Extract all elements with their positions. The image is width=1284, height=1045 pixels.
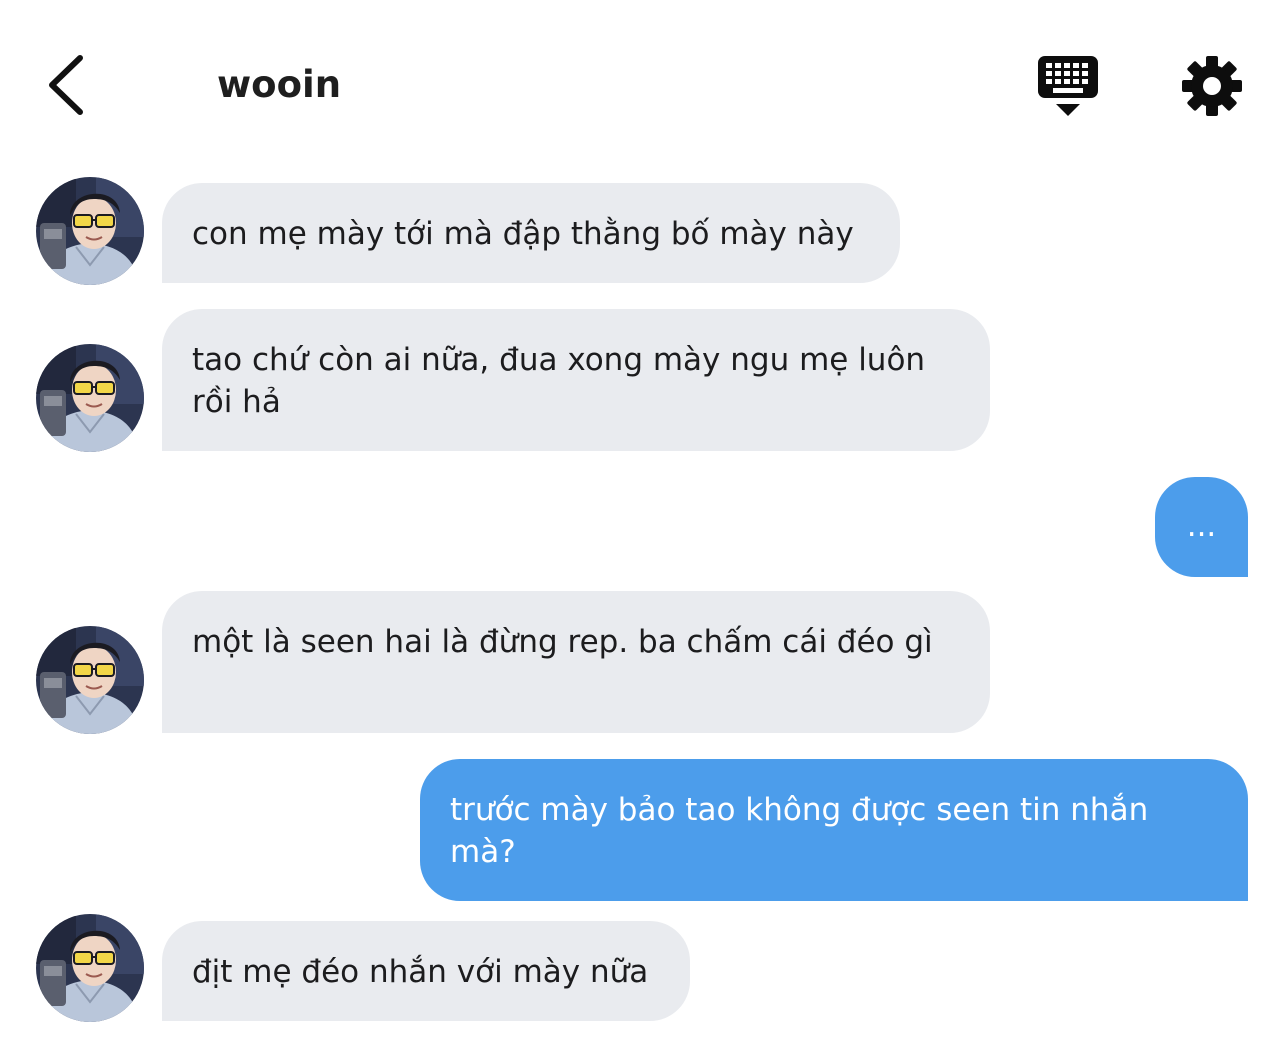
back-button[interactable] [40,50,100,120]
avatar-image [36,177,144,285]
avatar[interactable] [36,177,144,285]
keyboard-button[interactable] [1034,52,1102,118]
message-bubble-outgoing[interactable]: ... [1155,477,1248,577]
message-text: địt mẹ đéo nhắn với mày nữa [192,954,649,990]
message-text: tao chứ còn ai nữa, đua xong mày ngu mẹ … [192,342,926,420]
message-text: trước mày bảo tao không được seen tin nh… [450,792,1149,870]
gear-icon [1182,56,1242,116]
message-text: ... [1186,508,1217,544]
message-bubble-outgoing[interactable]: trước mày bảo tao không được seen tin nh… [420,759,1248,901]
chat-title[interactable]: wooin [217,60,341,110]
message-bubble-incoming[interactable]: con mẹ mày tới mà đập thằng bố mày này [162,183,900,283]
chat-header: wooin [0,0,1284,150]
message-bubble-incoming[interactable]: tao chứ còn ai nữa, đua xong mày ngu mẹ … [162,309,990,451]
message-bubble-incoming[interactable]: địt mẹ đéo nhắn với mày nữa [162,921,690,1021]
chevron-left-icon [49,55,83,115]
message-text: con mẹ mày tới mà đập thằng bố mày này [192,216,854,252]
message-bubble-incoming[interactable]: một là seen hai là đừng rep. ba chấm cái… [162,591,990,733]
avatar-image [36,344,144,452]
avatar[interactable] [36,914,144,1022]
avatar[interactable] [36,344,144,452]
settings-button[interactable] [1180,54,1244,118]
message-text: một là seen hai là đừng rep. ba chấm cái… [192,624,933,660]
avatar-image [36,626,144,734]
avatar-image [36,914,144,1022]
avatar[interactable] [36,626,144,734]
keyboard-icon [1038,56,1098,116]
